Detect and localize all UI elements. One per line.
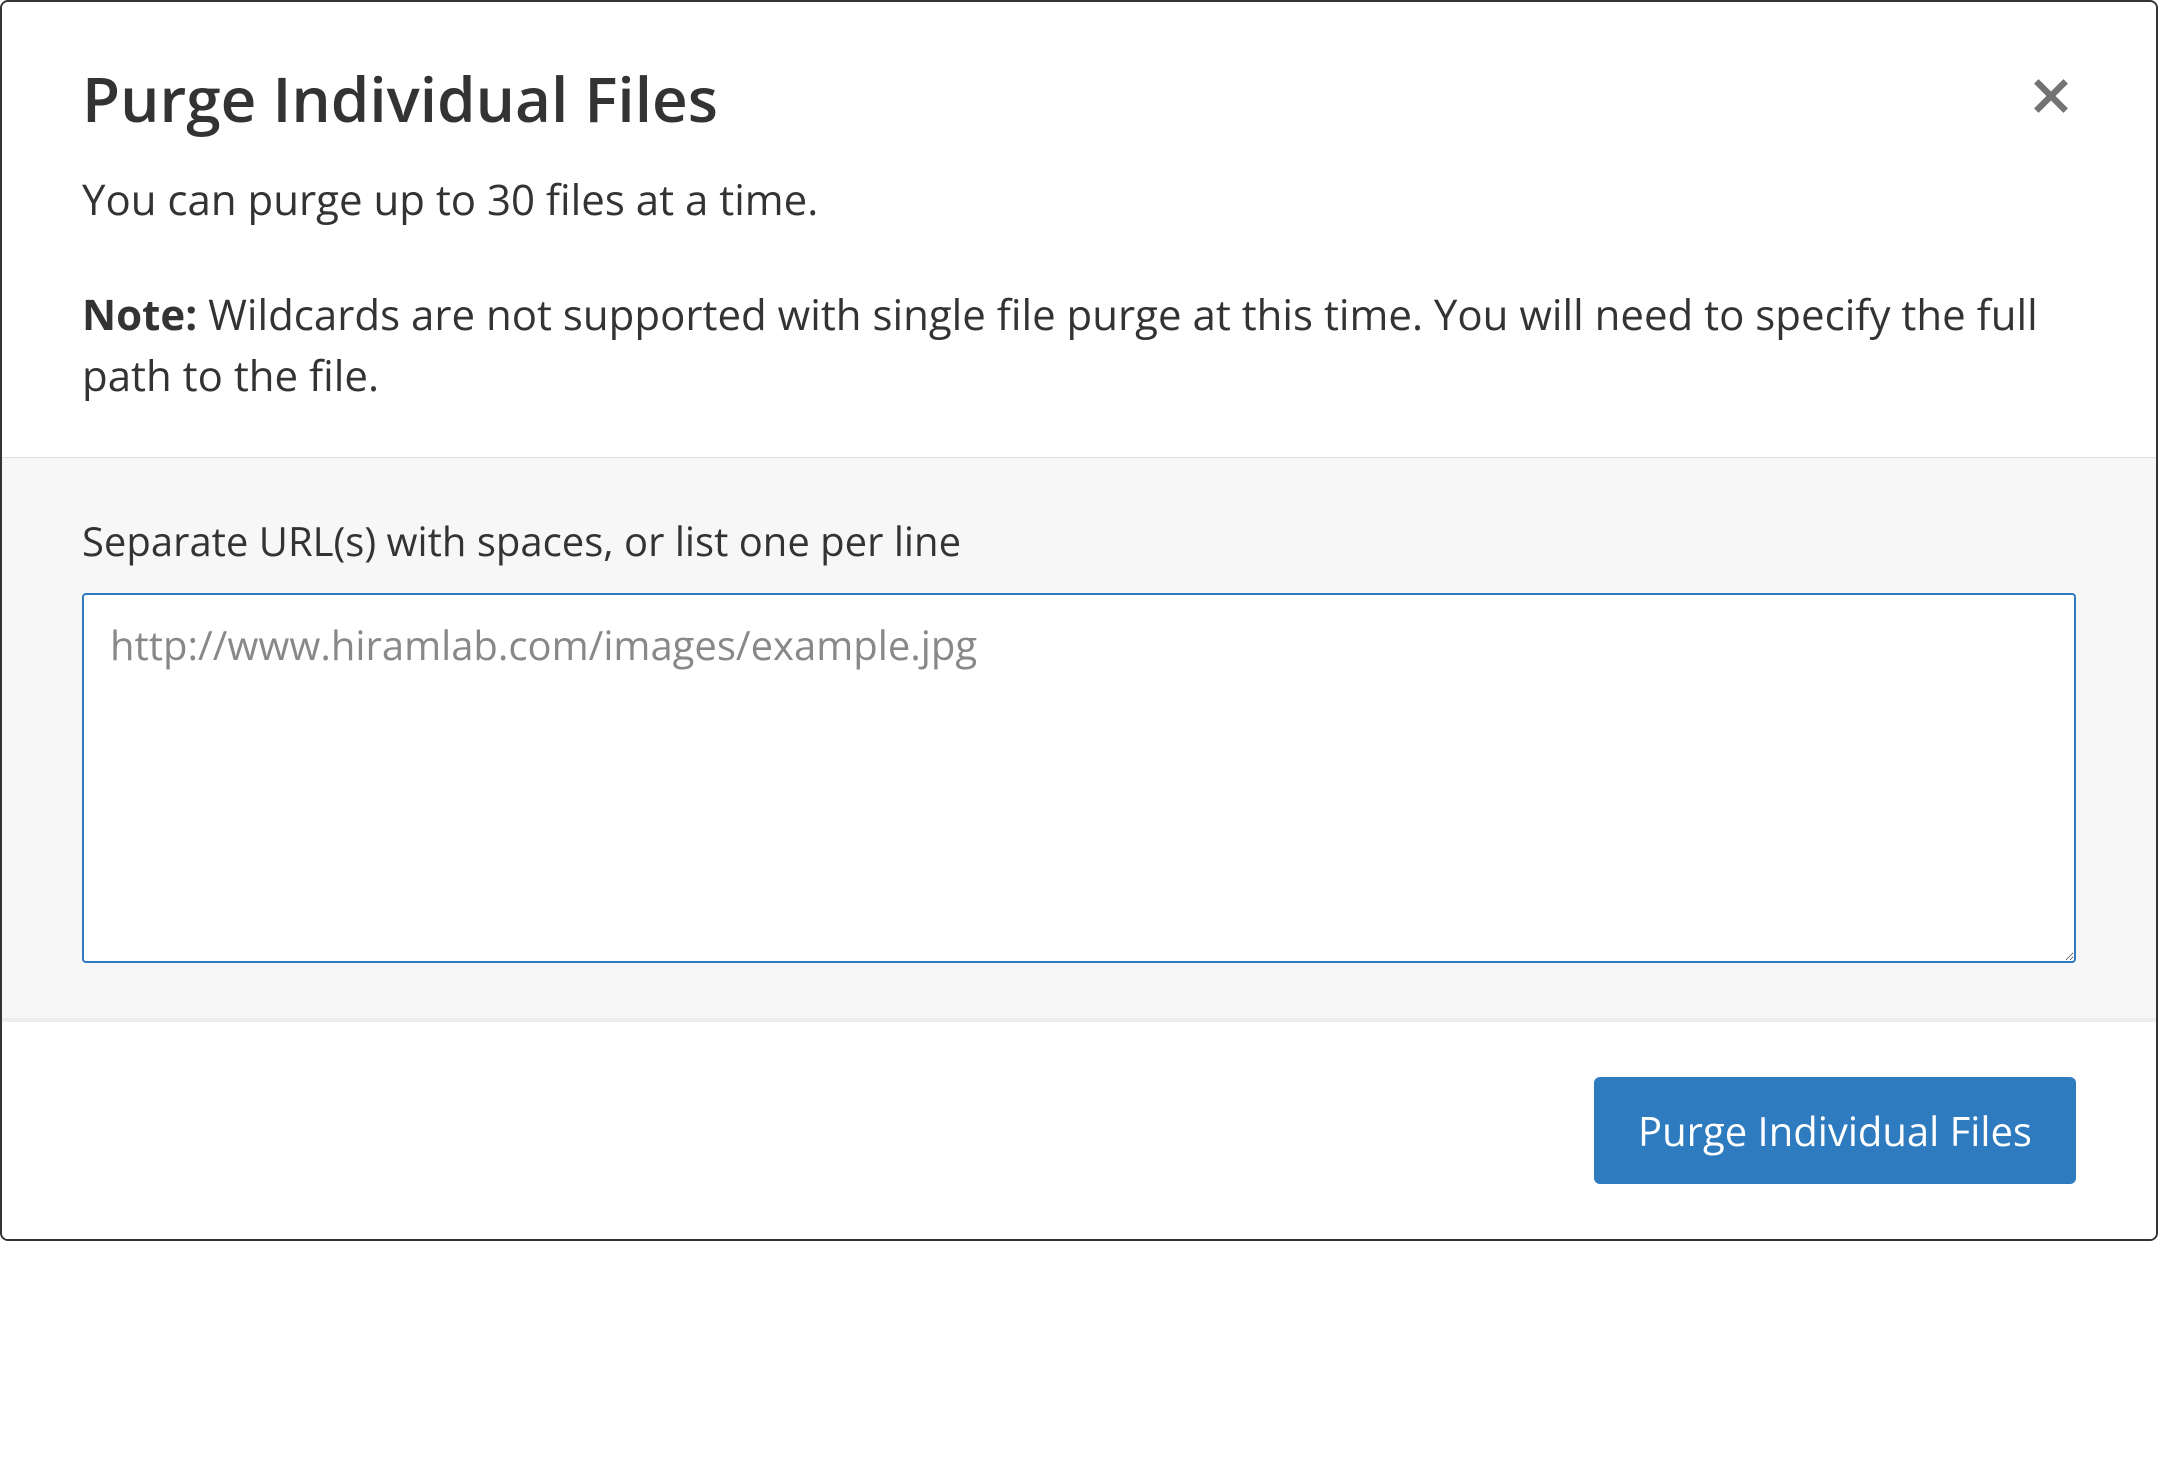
modal-subtitle: You can purge up to 30 files at a time. (82, 171, 2076, 230)
close-button[interactable] (2026, 72, 2076, 122)
purge-files-modal: Purge Individual Files You can purge up … (0, 0, 2158, 1241)
close-icon (2029, 74, 2073, 121)
modal-footer: Purge Individual Files (2, 1018, 2156, 1239)
modal-header: Purge Individual Files You can purge up … (2, 2, 2156, 457)
note-text: Wildcards are not supported with single … (82, 286, 2038, 404)
url-input-label: Separate URL(s) with spaces, or list one… (82, 513, 2076, 568)
modal-note: Note: Wildcards are not supported with s… (82, 285, 2076, 407)
note-label: Note: (82, 286, 197, 343)
modal-title: Purge Individual Files (82, 57, 2076, 141)
url-textarea[interactable] (82, 593, 2076, 963)
purge-button[interactable]: Purge Individual Files (1594, 1077, 2076, 1184)
modal-body: Separate URL(s) with spaces, or list one… (2, 457, 2156, 1018)
